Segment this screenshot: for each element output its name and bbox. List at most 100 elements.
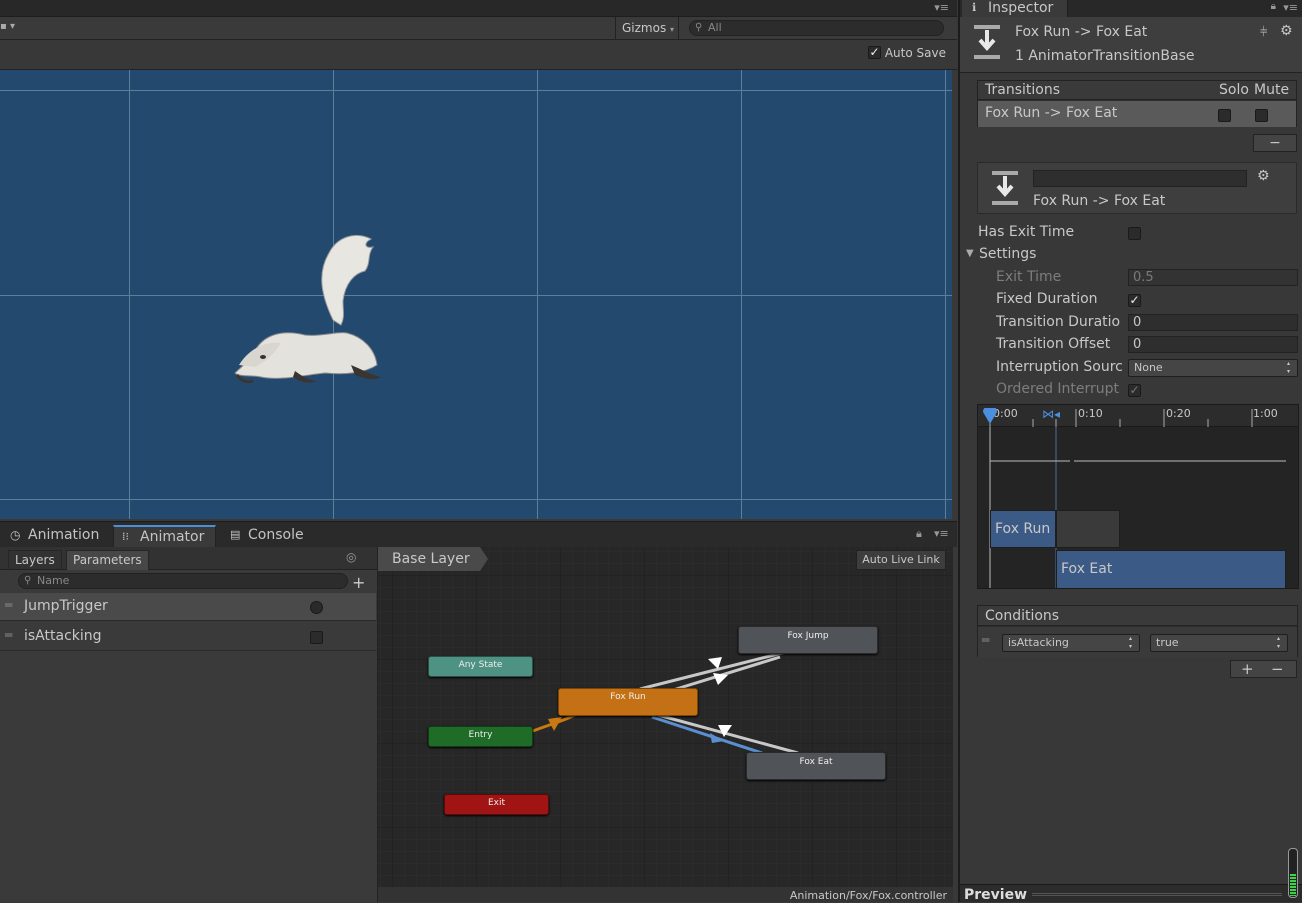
grid-line <box>0 499 952 500</box>
graph-footer: Animation/Fox/Fox.controller <box>378 887 953 902</box>
ordered-interrupt-checkbox[interactable]: ✓ <box>1128 384 1141 397</box>
auto-live-link-button[interactable]: Auto Live Link <box>856 550 946 570</box>
exit-time-label: Exit Time <box>996 269 1062 285</box>
gear-icon[interactable]: ⚙ <box>1257 168 1270 184</box>
remove-transition-button[interactable]: − <box>1253 134 1297 152</box>
solo-label: Solo <box>1219 82 1249 98</box>
state-node-entry[interactable]: Entry <box>428 726 533 747</box>
condition-value-dropdown[interactable]: true <box>1150 634 1288 652</box>
scene-search-placeholder: All <box>708 21 722 34</box>
transition-name-input[interactable] <box>1033 170 1247 187</box>
controller-path: Animation/Fox/Fox.controller <box>789 889 947 902</box>
fixed-duration-checkbox[interactable]: ✓ <box>1128 294 1141 307</box>
tab-parameters[interactable]: Parameters <box>66 550 149 570</box>
scene-toolbar: ▪ ▾ Gizmos ▾ ⚲ All <box>0 17 957 40</box>
parameter-row[interactable]: ═ isAttacking <box>0 623 376 651</box>
solo-checkbox[interactable] <box>1218 109 1231 122</box>
auto-save-toggle[interactable]: ✓ Auto Save <box>868 46 946 60</box>
settings-foldout-label[interactable]: Settings <box>979 246 1036 262</box>
scene-search-input[interactable]: ⚲ All <box>689 20 944 36</box>
tab-animation[interactable]: ◷ Animation <box>2 525 107 547</box>
exit-time-input[interactable]: 0.5 <box>1128 269 1298 286</box>
animator-graph[interactable]: Base Layer Auto Live Link Fox Jump Any S… <box>378 547 953 887</box>
bool-checkbox[interactable] <box>310 631 323 644</box>
transition-marker-icon[interactable]: ⋈◂ <box>1042 407 1060 421</box>
preview-drag-line <box>1032 893 1282 896</box>
clock-icon: ◷ <box>10 528 21 542</box>
tab-animation-label: Animation <box>28 527 100 543</box>
transition-detail-name: Fox Run -> Fox Eat <box>1033 193 1166 209</box>
preset-icon[interactable]: ⫩ <box>1260 25 1267 40</box>
state-node-fox-run[interactable]: Fox Run <box>558 688 698 716</box>
state-node-exit[interactable]: Exit <box>444 794 549 815</box>
transition-offset-input[interactable]: 0 <box>1128 336 1298 353</box>
breadcrumb[interactable]: Base Layer <box>378 547 488 571</box>
remove-condition-button[interactable]: − <box>1271 660 1284 678</box>
graph-grid <box>378 547 953 887</box>
condition-value: true <box>1156 636 1179 649</box>
tab-console[interactable]: ▤ Console <box>222 525 312 547</box>
interruption-source-value: None <box>1134 361 1163 374</box>
lock-icon[interactable]: 🔒︎ <box>1271 1 1276 12</box>
grid-line <box>0 90 952 91</box>
fixed-duration-label: Fixed Duration <box>996 291 1098 307</box>
timeline-ruler[interactable]: 0:00 0:10 0:20 1:00 ⋈◂ <box>978 405 1298 427</box>
gear-icon[interactable]: ⚙ <box>1280 23 1293 39</box>
timeline-bar-from[interactable]: Fox Run <box>990 510 1056 548</box>
has-exit-time-checkbox[interactable] <box>1128 227 1141 240</box>
preview-bar[interactable]: Preview <box>960 884 1302 903</box>
animator-icon: ⁞⁝ <box>122 530 129 543</box>
tab-inspector[interactable]: ℹ Inspector <box>962 0 1068 17</box>
transition-offset-value: 0 <box>1133 337 1142 352</box>
transition-duration-input[interactable]: 0 <box>1128 314 1298 331</box>
parameter-search-input[interactable]: ⚲ Name <box>18 573 348 589</box>
auto-live-link-label: Auto Live Link <box>862 553 940 566</box>
scene-viewport[interactable] <box>0 70 952 519</box>
tab-layers[interactable]: Layers <box>8 550 62 570</box>
transition-offset-label: Transition Offset <box>996 336 1111 352</box>
auto-save-checkbox[interactable]: ✓ <box>868 46 881 59</box>
tab-parameters-label: Parameters <box>73 553 142 567</box>
condition-row[interactable]: ═ isAttacking true <box>978 627 1297 657</box>
timeline-bar-from-label: Fox Run <box>995 521 1051 537</box>
state-label: Fox Run <box>610 692 646 702</box>
add-condition-button[interactable]: + <box>1241 660 1254 678</box>
window-menu-icon[interactable]: ▾≡ <box>1283 1 1298 14</box>
state-node-fox-jump[interactable]: Fox Jump <box>738 626 878 654</box>
ordered-interrupt-label: Ordered Interrupt <box>996 381 1120 397</box>
eye-icon[interactable]: ◎ <box>346 550 356 564</box>
foldout-triangle-icon[interactable]: ▼ <box>966 248 974 259</box>
window-menu-icon[interactable]: ▾≡ <box>934 527 949 540</box>
add-parameter-icon[interactable]: + <box>352 573 365 592</box>
transition-icon <box>974 25 1000 59</box>
gizmos-dropdown[interactable]: Gizmos ▾ <box>615 17 679 39</box>
fox-sprite[interactable] <box>225 225 395 395</box>
drag-handle-icon[interactable]: ═ <box>5 598 12 612</box>
interruption-source-dropdown[interactable]: None <box>1128 359 1298 377</box>
playhead-icon[interactable] <box>981 408 999 426</box>
inspector-panel: ℹ Inspector 🔒︎ ▾≡ Fox Run -> Fox Eat 1 A… <box>958 0 1302 903</box>
transition-row-name: Fox Run -> Fox Eat <box>985 105 1118 121</box>
transition-row[interactable]: Fox Run -> Fox Eat <box>978 101 1296 127</box>
drag-handle-icon[interactable]: ═ <box>982 633 989 647</box>
toolbar-dropdown-icon[interactable]: ▪ ▾ <box>0 21 15 32</box>
parameter-row[interactable]: ═ JumpTrigger <box>0 593 376 621</box>
drag-handle-icon[interactable]: ═ <box>5 628 12 642</box>
timeline-bar-to[interactable]: Fox Eat <box>1056 550 1286 588</box>
state-label: Fox Jump <box>787 631 829 641</box>
state-node-fox-eat[interactable]: Fox Eat <box>746 752 886 780</box>
state-node-any-state[interactable]: Any State <box>428 656 533 677</box>
parameter-name: isAttacking <box>24 628 102 644</box>
trigger-radio[interactable] <box>310 601 323 614</box>
tab-animator[interactable]: ⁞⁝ Animator <box>113 525 216 547</box>
condition-parameter-dropdown[interactable]: isAttacking <box>1002 634 1140 652</box>
timeline-ticks <box>989 409 1253 427</box>
lock-icon[interactable]: 🔒︎ <box>916 527 922 541</box>
mute-checkbox[interactable] <box>1255 109 1268 122</box>
inspector-subtitle: 1 AnimatorTransitionBase <box>1015 48 1195 64</box>
window-menu-icon[interactable]: ▾≡ <box>934 1 949 14</box>
console-icon: ▤ <box>230 528 241 541</box>
state-label: Exit <box>487 798 506 808</box>
info-icon: ℹ <box>972 1 977 14</box>
transition-timeline[interactable]: 0:00 0:10 0:20 1:00 ⋈◂ Fox Run Fox Eat <box>977 404 1299 589</box>
